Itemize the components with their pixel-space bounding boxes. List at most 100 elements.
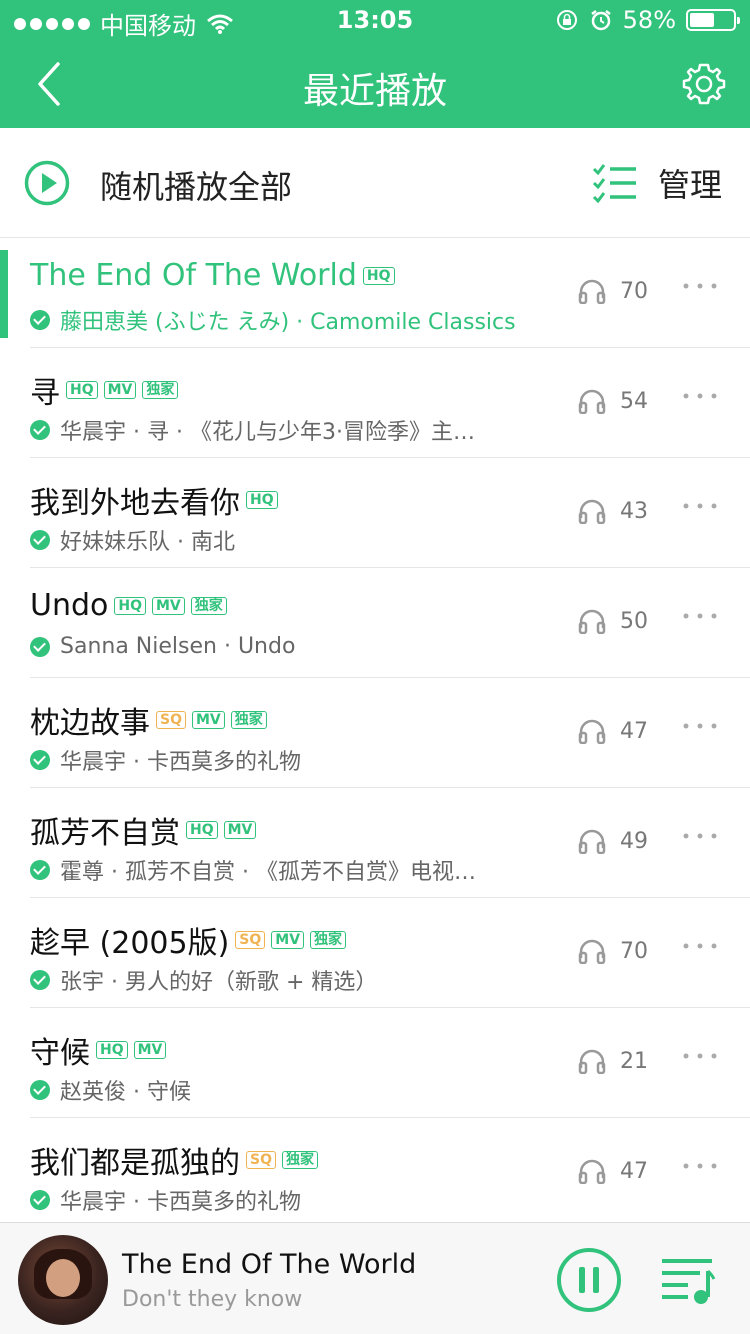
song-title-line: 寻 HQ MV 独家 [30, 368, 179, 412]
song-artist-album: 好妹妹乐队 · 南北 [60, 530, 235, 555]
play-count-value: 50 [620, 608, 648, 634]
top-bar: 中国移动 13:05 58% 最近播放 [0, 0, 750, 128]
song-title-line: 枕边故事 SQ MV 独家 [30, 698, 267, 742]
headphones-icon [578, 939, 606, 964]
song-subtitle-line: 华晨宇 · 卡西莫多的礼物 [30, 1184, 550, 1216]
play-count-value: 43 [620, 498, 648, 524]
play-count-value: 21 [620, 1048, 648, 1074]
quality-badge: MV [133, 1041, 167, 1059]
song-artist-album: 华晨宇 · 卡西莫多的礼物 [60, 1190, 301, 1215]
song-row[interactable]: 寻 HQ MV 独家 华晨宇 · 寻 · 《花儿与少年3·冒险季》主… 54 [30, 348, 750, 458]
shuffle-play-icon[interactable] [24, 160, 70, 206]
quality-badge: 独家 [281, 1151, 318, 1169]
quality-badge: 独家 [310, 931, 347, 949]
more-options-icon[interactable] [680, 826, 720, 846]
more-options-icon[interactable] [680, 606, 720, 626]
song-subtitle-line: 霍尊 · 孤芳不自赏 · 《孤芳不自赏》电视… [30, 854, 550, 886]
song-row[interactable]: 孤芳不自赏 HQ MV 霍尊 · 孤芳不自赏 · 《孤芳不自赏》电视… 49 [30, 788, 750, 898]
song-title: 孤芳不自赏 [30, 816, 180, 851]
shuffle-all-label[interactable]: 随机播放全部 [100, 162, 292, 208]
song-title: 寻 [30, 376, 60, 411]
downloaded-check-icon [30, 860, 50, 880]
song-subtitle-line: Sanna Nielsen · Undo [30, 634, 550, 659]
quality-badge: HQ [246, 491, 278, 509]
play-count-value: 54 [620, 388, 648, 414]
settings-gear-icon[interactable] [682, 62, 726, 106]
song-artist-album: 张宇 · 男人的好（新歌 + 精选） [60, 970, 378, 995]
play-count: 70 [578, 938, 648, 964]
manage-button[interactable]: 管理 [592, 160, 722, 206]
song-subtitle-line: 好妹妹乐队 · 南北 [30, 524, 550, 556]
play-count-value: 70 [620, 938, 648, 964]
song-title: Undo [30, 588, 109, 623]
playlist-queue-icon[interactable] [660, 1255, 716, 1305]
nav-bar: 最近播放 [0, 40, 750, 128]
play-count-value: 47 [620, 1158, 648, 1184]
quality-badge: SQ [156, 711, 186, 729]
shuffle-row[interactable]: 随机播放全部 管理 [0, 128, 750, 238]
more-options-icon[interactable] [680, 496, 720, 516]
quality-badge: HQ [114, 596, 146, 615]
quality-badge: SQ [235, 931, 266, 949]
play-count-value: 47 [620, 718, 648, 744]
quality-badge: HQ [362, 266, 395, 285]
song-row[interactable]: 守候 HQ MV 赵英俊 · 守候 21 [30, 1008, 750, 1118]
page-title: 最近播放 [302, 71, 447, 112]
song-title: The End Of The World [30, 258, 357, 293]
song-artist-album: 赵英俊 · 守候 [60, 1080, 191, 1105]
song-title: 我们都是孤独的 [30, 1146, 240, 1181]
mini-player[interactable]: The End Of The World Don't they know [0, 1222, 750, 1334]
downloaded-check-icon [30, 750, 50, 770]
alarm-icon [590, 10, 611, 31]
song-subtitle-line: 赵英俊 · 守候 [30, 1074, 550, 1106]
downloaded-check-icon [30, 970, 50, 990]
song-subtitle-line: 张宇 · 男人的好（新歌 + 精选） [30, 964, 550, 996]
more-options-icon[interactable] [680, 276, 720, 296]
album-cover[interactable] [18, 1235, 108, 1325]
song-artist-album: 华晨宇 · 寻 · 《花儿与少年3·冒险季》主… [60, 420, 475, 445]
pause-icon[interactable] [556, 1247, 622, 1313]
song-row[interactable]: 枕边故事 SQ MV 独家华晨宇 · 卡西莫多的礼物 47 [30, 678, 750, 788]
song-row[interactable]: 趁早 (2005版) SQ MV 独家 张宇 · 男人的好（新歌 + 精选） 70 [30, 898, 750, 1008]
downloaded-check-icon [30, 636, 50, 657]
play-count: 54 [578, 388, 648, 414]
rotation-lock-icon [556, 10, 577, 30]
song-subtitle-line: 华晨宇 · 寻 · 《花儿与少年3·冒险季》主… [30, 414, 550, 446]
battery-icon [686, 9, 740, 31]
more-options-icon[interactable] [680, 716, 720, 736]
song-row[interactable]: The End Of The World HQ 藤田恵美 (ふじた えみ) · Ca… [0, 238, 750, 348]
play-count-value: 49 [620, 828, 648, 854]
song-artist-album: 华晨宇 · 卡西莫多的礼物 [60, 750, 301, 775]
more-options-icon[interactable] [680, 386, 720, 406]
song-title: 枕边故事 [30, 706, 150, 741]
now-playing-title: The End Of The World [122, 1249, 417, 1280]
song-title: 我到外地去看你 [30, 486, 240, 521]
song-row[interactable]: 我们都是孤独的 SQ 独家华晨宇 · 卡西莫多的礼物 47 [30, 1118, 750, 1228]
downloaded-check-icon [30, 530, 50, 550]
song-list: The End Of The World HQ 藤田恵美 (ふじた えみ) · Ca… [0, 238, 750, 1228]
play-count: 47 [578, 718, 648, 744]
quality-badge: MV [191, 711, 225, 729]
downloaded-check-icon [30, 1190, 50, 1210]
downloaded-check-icon [30, 310, 50, 330]
more-options-icon[interactable] [680, 1046, 720, 1066]
song-row[interactable]: Undo HQ MV 独家 Sanna Nielsen · Undo 50 [30, 568, 750, 678]
song-title-line: 趁早 (2005版) SQ MV 独家 [30, 918, 347, 962]
more-options-icon[interactable] [680, 936, 720, 956]
quality-badge: SQ [246, 1151, 276, 1169]
now-playing-subtitle: Don't they know [122, 1287, 303, 1312]
song-title-line: Undo HQ MV 独家 [30, 588, 227, 623]
quality-badge: 独家 [230, 711, 267, 729]
song-title: 趁早 (2005版) [30, 926, 230, 961]
checklist-icon [592, 164, 636, 203]
quality-badge: HQ [66, 381, 98, 399]
song-artist-album: Sanna Nielsen · Undo [60, 634, 296, 659]
play-count: 70 [578, 278, 648, 304]
headphones-icon [578, 499, 606, 524]
more-options-icon[interactable] [680, 1156, 720, 1176]
headphones-icon [578, 609, 606, 634]
song-title-line: 守候 HQ MV [30, 1028, 167, 1072]
headphones-icon [578, 279, 606, 304]
song-subtitle-line: 华晨宇 · 卡西莫多的礼物 [30, 744, 550, 776]
song-row[interactable]: 我到外地去看你 HQ 好妹妹乐队 · 南北 43 [30, 458, 750, 568]
